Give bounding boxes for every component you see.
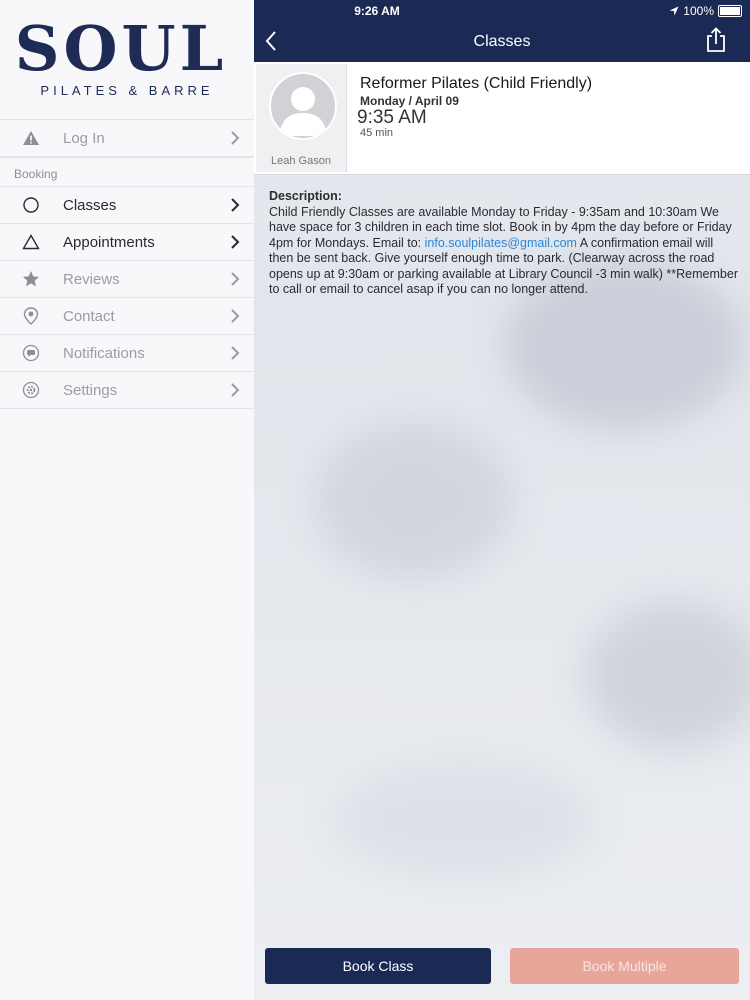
- sidebar-item-label: Reviews: [63, 271, 120, 288]
- instructor-box[interactable]: Leah Gason: [256, 64, 347, 172]
- chevron-right-icon: [231, 309, 240, 323]
- location-pin-icon: [22, 307, 40, 325]
- book-multiple-button[interactable]: Book Multiple: [510, 948, 739, 984]
- logo-main-text: SOUL: [14, 12, 228, 85]
- chevron-right-icon: [231, 235, 240, 249]
- class-title: Reformer Pilates (Child Friendly): [360, 75, 593, 92]
- description-label: Description:: [269, 189, 342, 203]
- chat-bubble-icon: [22, 344, 40, 362]
- class-description: Description: Child Friendly Classes are …: [269, 189, 739, 298]
- sidebar-item-notifications[interactable]: Notifications: [0, 335, 254, 372]
- class-card: Leah Gason Reformer Pilates (Child Frien…: [254, 62, 750, 175]
- avatar: [269, 72, 337, 140]
- class-time: 9:35 AM: [357, 107, 427, 128]
- main-panel: 9:26 AM 100% Classes Leah Gason Reformer…: [254, 0, 750, 1000]
- sidebar-item-classes[interactable]: Classes: [0, 186, 254, 224]
- sidebar-item-reviews[interactable]: Reviews: [0, 261, 254, 298]
- chevron-right-icon: [231, 198, 240, 212]
- instructor-name: Leah Gason: [271, 155, 331, 167]
- class-date: Monday / April 09: [360, 94, 459, 108]
- sidebar-item-label: Classes: [63, 197, 117, 214]
- background-blur: [314, 420, 514, 580]
- sidebar-item-label: Log In: [63, 130, 105, 147]
- gear-icon: [22, 381, 40, 399]
- sidebar-item-login[interactable]: Log In: [0, 119, 254, 157]
- chevron-right-icon: [231, 383, 240, 397]
- section-label-booking: Booking: [0, 157, 254, 186]
- background-blur: [334, 760, 594, 880]
- battery-icon: [718, 5, 742, 17]
- sidebar-item-appointments[interactable]: Appointments: [0, 224, 254, 261]
- class-duration: 45 min: [360, 127, 394, 139]
- location-arrow-icon: [669, 6, 679, 16]
- sidebar: SOUL PILATES & BARRE Log In Booking Clas…: [0, 0, 255, 1000]
- circle-icon: [22, 196, 40, 214]
- logo: SOUL PILATES & BARRE: [0, 12, 254, 99]
- chevron-right-icon: [231, 346, 240, 360]
- sidebar-item-contact[interactable]: Contact: [0, 298, 254, 335]
- share-icon[interactable]: [706, 27, 726, 53]
- status-time: 9:26 AM: [354, 4, 400, 18]
- background-blur: [584, 600, 750, 750]
- email-link[interactable]: info.soulpilates@gmail.com: [425, 236, 577, 250]
- battery-percent: 100%: [683, 4, 714, 18]
- chevron-right-icon: [231, 272, 240, 286]
- status-indicators: 100%: [669, 4, 742, 18]
- logo-sub-text: PILATES & BARRE: [40, 83, 214, 98]
- page-title: Classes: [473, 33, 531, 50]
- sidebar-item-settings[interactable]: Settings: [0, 372, 254, 409]
- description-body: Child Friendly Classes are available Mon…: [269, 205, 739, 298]
- sidebar-menu: Log In Booking Classes Appointments Revi…: [0, 119, 254, 409]
- sidebar-item-label: Notifications: [63, 345, 145, 362]
- sidebar-item-label: Appointments: [63, 234, 155, 251]
- chevron-right-icon: [231, 131, 240, 145]
- triangle-icon: [22, 233, 40, 251]
- nav-bar: 9:26 AM 100% Classes: [254, 0, 750, 62]
- sidebar-item-label: Contact: [63, 308, 115, 325]
- book-class-button[interactable]: Book Class: [265, 948, 491, 984]
- star-icon: [22, 270, 40, 288]
- warning-icon: [22, 129, 40, 147]
- sidebar-item-label: Settings: [63, 382, 118, 399]
